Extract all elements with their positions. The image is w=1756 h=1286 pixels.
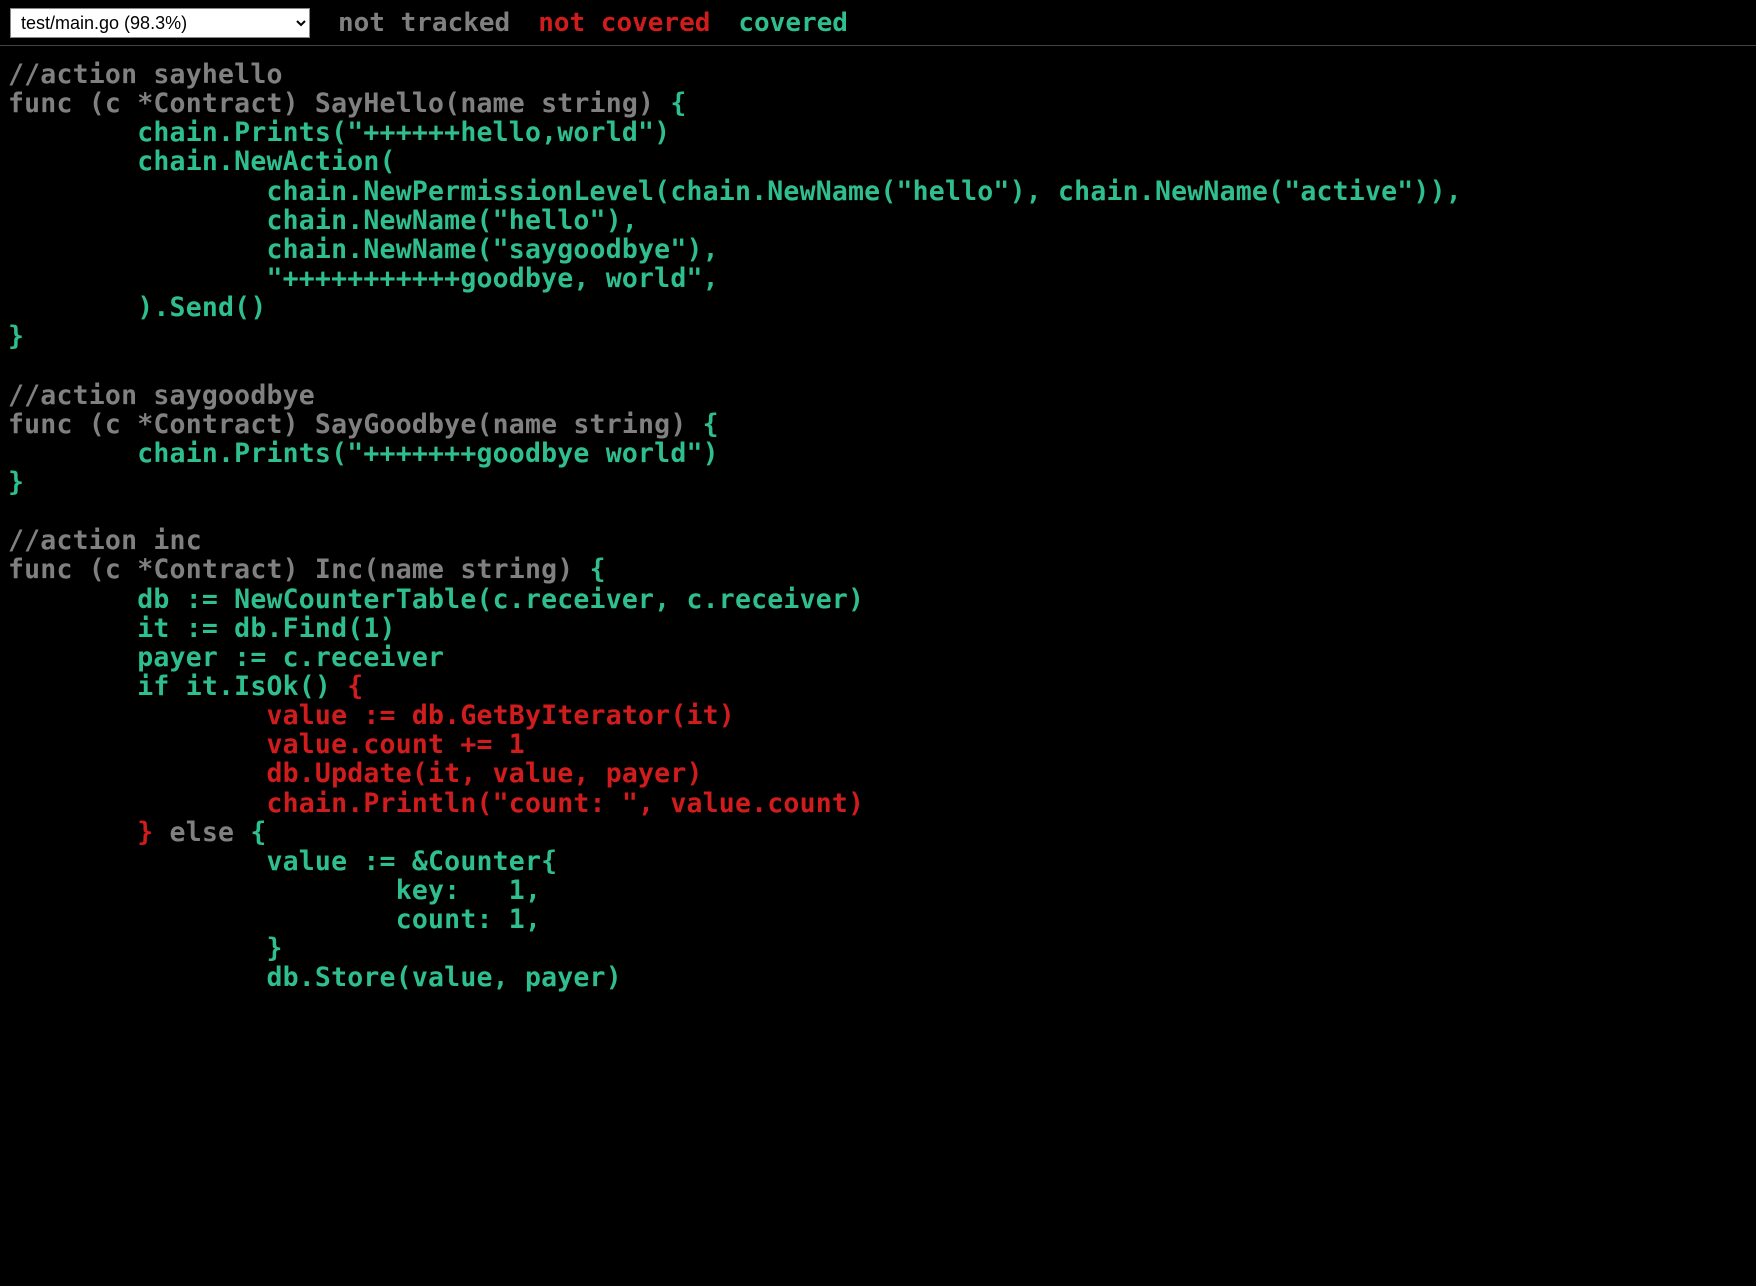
code-line: value.count += 1 [8,730,1748,759]
code-line: } [8,468,1748,497]
code-line: key: 1, [8,876,1748,905]
code-line: db.Update(it, value, payer) [8,759,1748,788]
code-line: chain.NewPermissionLevel(chain.NewName("… [8,177,1748,206]
code-line: func (c *Contract) Inc(name string) { [8,555,1748,584]
code-line: //action inc [8,526,1748,555]
code-line: chain.Println("count: ", value.count) [8,789,1748,818]
legend-covered: covered [738,8,848,38]
topbar: test/main.go (98.3%) not tracked not cov… [0,0,1756,46]
code-line: if it.IsOk() { [8,672,1748,701]
file-select[interactable]: test/main.go (98.3%) [10,8,310,38]
code-view[interactable]: //action sayhellofunc (c *Contract) SayH… [0,46,1756,1007]
legend-not-covered: not covered [538,8,710,38]
code-line: //action sayhello [8,60,1748,89]
code-line: chain.NewName("saygoodbye"), [8,235,1748,264]
code-line: db.Store(value, payer) [8,963,1748,992]
code-line: it := db.Find(1) [8,614,1748,643]
code-line: } [8,322,1748,351]
code-line: db := NewCounterTable(c.receiver, c.rece… [8,585,1748,614]
code-line: value := &Counter{ [8,847,1748,876]
code-line: chain.NewAction( [8,147,1748,176]
code-line: count: 1, [8,905,1748,934]
code-line: payer := c.receiver [8,643,1748,672]
code-line [8,497,1748,526]
code-line: value := db.GetByIterator(it) [8,701,1748,730]
code-line: chain.NewName("hello"), [8,206,1748,235]
code-line: } [8,934,1748,963]
legend-not-tracked: not tracked [338,8,510,38]
code-line: chain.Prints("++++++hello,world") [8,118,1748,147]
code-line: "+++++++++++goodbye, world", [8,264,1748,293]
code-line: //action saygoodbye [8,381,1748,410]
code-line: func (c *Contract) SayGoodbye(name strin… [8,410,1748,439]
code-line [8,351,1748,380]
code-line: ).Send() [8,293,1748,322]
code-line: chain.Prints("+++++++goodbye world") [8,439,1748,468]
code-line: } else { [8,818,1748,847]
code-line: func (c *Contract) SayHello(name string)… [8,89,1748,118]
